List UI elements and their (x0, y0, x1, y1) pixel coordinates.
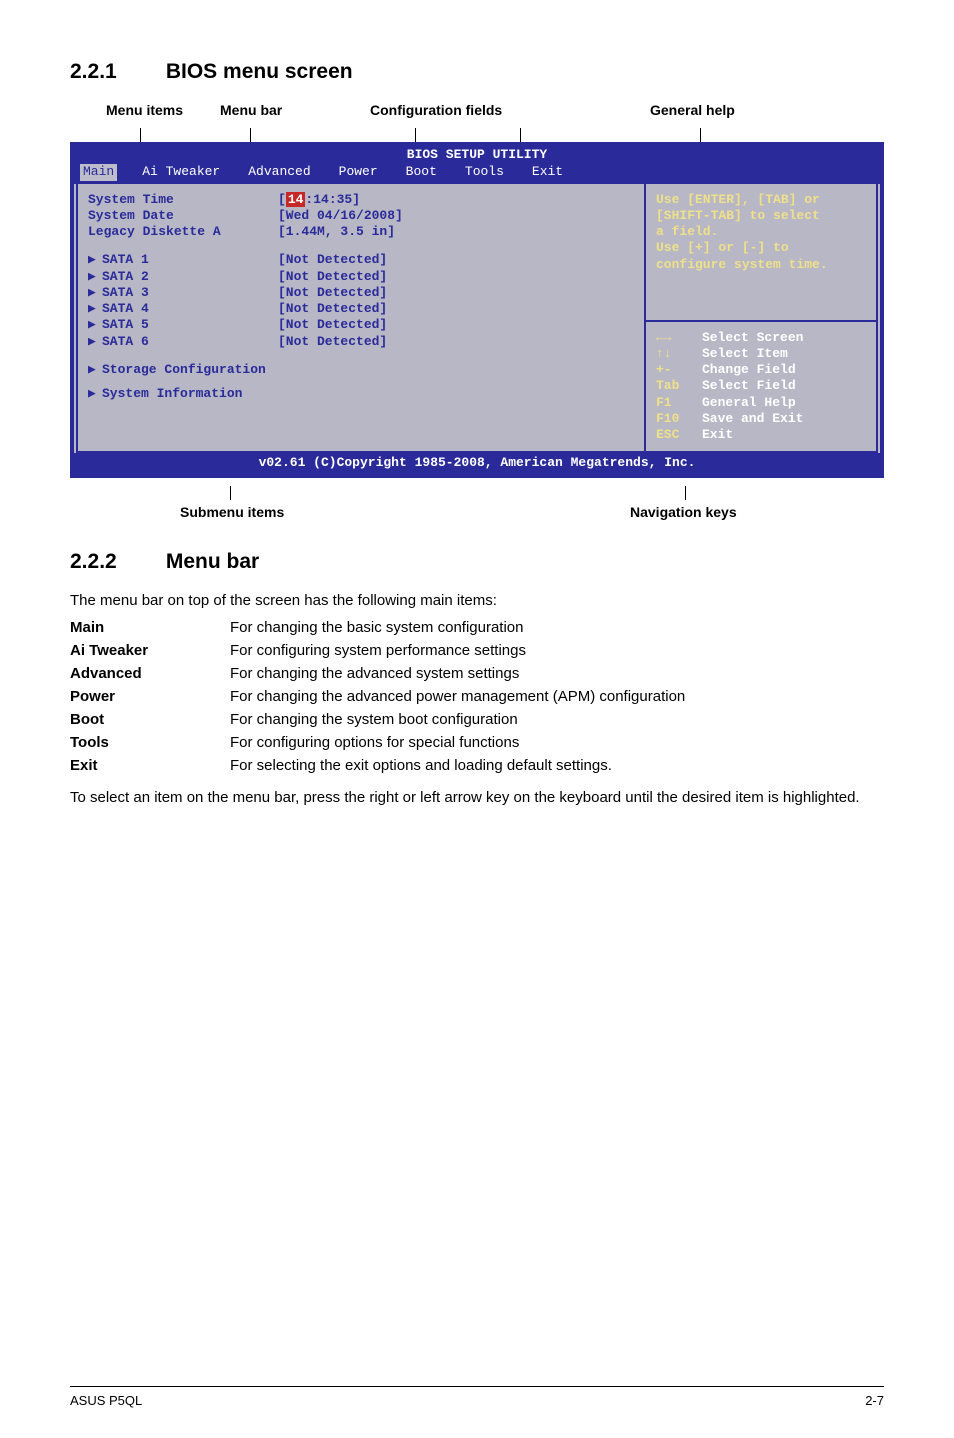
bios-tab-ai-tweaker[interactable]: Ai Tweaker (139, 164, 223, 180)
nav-key-f10: F10 (656, 411, 702, 427)
section-title: Menu bar (166, 550, 259, 573)
triangle-right-icon: ▶ (88, 252, 102, 268)
field-system-time-hour[interactable]: 14 (286, 192, 306, 207)
diagram-top-labels: Menu items Menu bar Configuration fields… (70, 102, 884, 128)
field-system-date-value[interactable]: [Wed 04/16/2008] (278, 208, 403, 224)
triangle-right-icon: ▶ (88, 334, 102, 350)
footer-right: 2-7 (865, 1393, 884, 1408)
bios-tab-power[interactable]: Power (336, 164, 381, 180)
nav-key-pm: +- (656, 362, 702, 378)
footer-left: ASUS P5QL (70, 1393, 142, 1408)
triangle-right-icon: ▶ (88, 269, 102, 285)
def-term-ai-tweaker: Ai Tweaker (70, 642, 230, 659)
section-number: 2.2.2 (70, 550, 160, 574)
label-general-help: General help (650, 102, 735, 118)
nav-key-esc: ESC (656, 427, 702, 443)
submenu-sata-1[interactable]: ▶SATA 1[Not Detected] (88, 252, 634, 268)
nav-key-lr: ←→ (656, 330, 702, 346)
label-submenu-items: Submenu items (180, 504, 284, 520)
bios-title: BIOS SETUP UTILITY (74, 146, 880, 164)
diagram-top-ticks (70, 128, 884, 142)
triangle-right-icon: ▶ (88, 285, 102, 301)
bios-main-panel: System Time [14:14:35] System Date [Wed … (78, 184, 644, 411)
bios-screenshot: BIOS SETUP UTILITY Main Ai Tweaker Advan… (70, 142, 884, 478)
bios-tab-boot[interactable]: Boot (403, 164, 440, 180)
field-system-time-label: System Time (88, 192, 278, 208)
field-system-time-value[interactable]: [14:14:35] (278, 192, 360, 208)
triangle-right-icon: ▶ (88, 317, 102, 333)
bios-copyright: v02.61 (C)Copyright 1985-2008, American … (74, 453, 880, 473)
triangle-right-icon: ▶ (88, 301, 102, 317)
def-term-main: Main (70, 619, 230, 636)
label-menu-items: Menu items (106, 102, 183, 118)
label-navigation-keys: Navigation keys (630, 504, 737, 520)
def-term-tools: Tools (70, 734, 230, 751)
section-number: 2.2.1 (70, 60, 160, 84)
bios-tab-main[interactable]: Main (80, 164, 117, 180)
field-system-date-label: System Date (88, 208, 278, 224)
bios-nav-panel: ←→Select Screen ↑↓Select Item +-Change F… (646, 322, 876, 452)
label-menu-bar: Menu bar (220, 102, 282, 118)
section-heading-222: 2.2.2 Menu bar (70, 550, 884, 574)
section-heading-221: 2.2.1 BIOS menu screen (70, 60, 884, 84)
def-term-power: Power (70, 688, 230, 705)
def-term-boot: Boot (70, 711, 230, 728)
submenu-storage-configuration[interactable]: ▶Storage Configuration (88, 362, 634, 378)
closing-paragraph: To select an item on the menu bar, press… (70, 788, 884, 808)
submenu-system-information[interactable]: ▶System Information (88, 386, 634, 402)
nav-key-f1: F1 (656, 395, 702, 411)
section-title: BIOS menu screen (166, 60, 353, 83)
diagram-bottom-labels: Submenu items Navigation keys (70, 486, 884, 526)
triangle-right-icon: ▶ (88, 362, 102, 378)
menubar-definition-list: MainFor changing the basic system config… (70, 619, 884, 774)
submenu-sata-4[interactable]: ▶SATA 4[Not Detected] (88, 301, 634, 317)
nav-key-tab: Tab (656, 378, 702, 394)
field-legacy-diskette-label: Legacy Diskette A (88, 224, 278, 240)
submenu-sata-6[interactable]: ▶SATA 6[Not Detected] (88, 334, 634, 350)
def-term-advanced: Advanced (70, 665, 230, 682)
bios-tab-tools[interactable]: Tools (462, 164, 507, 180)
bios-help-panel: Use [ENTER], [TAB] or [SHIFT-TAB] to sel… (646, 184, 876, 322)
field-legacy-diskette-value[interactable]: [1.44M, 3.5 in] (278, 224, 395, 240)
submenu-sata-3[interactable]: ▶SATA 3[Not Detected] (88, 285, 634, 301)
bios-tab-advanced[interactable]: Advanced (245, 164, 313, 180)
def-term-exit: Exit (70, 757, 230, 774)
triangle-right-icon: ▶ (88, 386, 102, 402)
bios-menubar: Main Ai Tweaker Advanced Power Boot Tool… (74, 164, 880, 183)
page-footer: ASUS P5QL 2-7 (70, 1386, 884, 1408)
submenu-sata-2[interactable]: ▶SATA 2[Not Detected] (88, 269, 634, 285)
submenu-sata-5[interactable]: ▶SATA 5[Not Detected] (88, 317, 634, 333)
bios-tab-exit[interactable]: Exit (529, 164, 566, 180)
menubar-intro-text: The menu bar on top of the screen has th… (70, 592, 884, 609)
label-config-fields: Configuration fields (370, 102, 502, 118)
nav-key-ud: ↑↓ (656, 346, 702, 362)
